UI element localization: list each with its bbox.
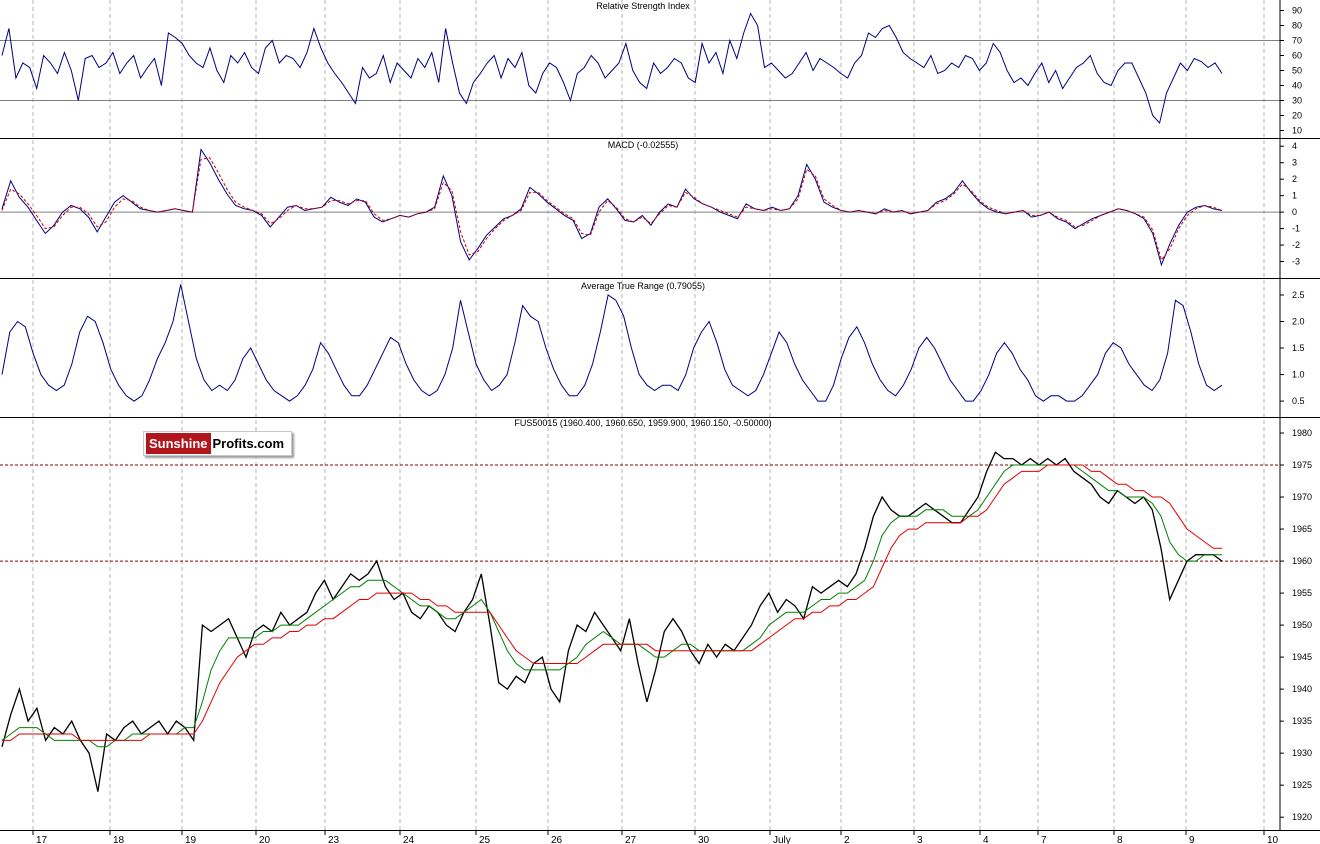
y-tick-label: -2 xyxy=(1292,240,1300,250)
x-tick-label: 19 xyxy=(185,835,197,844)
y-tick-label: 1.5 xyxy=(1292,343,1305,353)
x-tick-label: 7 xyxy=(1041,835,1047,844)
y-tick-label: -3 xyxy=(1292,257,1300,267)
x-tick-label: 10 xyxy=(1267,835,1279,844)
y-tick-label: 2.5 xyxy=(1292,290,1305,300)
y-tick-label: 80 xyxy=(1292,21,1302,31)
y-tick-label: 60 xyxy=(1292,51,1302,61)
y-tick-label: 10 xyxy=(1292,126,1302,136)
x-tick-label: 18 xyxy=(113,835,125,844)
y-tick-label: 1970 xyxy=(1292,492,1312,502)
y-tick-label: 70 xyxy=(1292,36,1302,46)
y-tick-label: 1975 xyxy=(1292,460,1312,470)
sunshine-profits-logo: Sunshine Profits.com xyxy=(143,431,292,456)
x-tick-label: 30 xyxy=(698,835,710,844)
price-chart: 90807060504030201043210-1-2-32.52.01.51.… xyxy=(0,0,1320,844)
y-tick-label: 0 xyxy=(1292,207,1297,217)
x-tick-label: 17 xyxy=(36,835,48,844)
y-tick-label: 1 xyxy=(1292,191,1297,201)
y-tick-label: 1920 xyxy=(1292,812,1312,822)
y-tick-label: 0.5 xyxy=(1292,396,1305,406)
y-tick-label: 50 xyxy=(1292,66,1302,76)
y-tick-label: -1 xyxy=(1292,224,1300,234)
x-tick-label: 25 xyxy=(479,835,491,844)
y-tick-label: 3 xyxy=(1292,158,1297,168)
x-tick-label: 2 xyxy=(844,835,850,844)
y-tick-label: 1930 xyxy=(1292,748,1312,758)
price-title: FUS50015 (1960.400, 1960.650, 1959.900, … xyxy=(514,418,771,428)
y-tick-label: 1945 xyxy=(1292,652,1312,662)
y-tick-label: 30 xyxy=(1292,96,1302,106)
x-tick-label: 20 xyxy=(259,835,271,844)
y-tick-label: 1925 xyxy=(1292,780,1312,790)
y-tick-label: 1940 xyxy=(1292,684,1312,694)
logo-profits: Profits.com xyxy=(212,436,285,451)
y-tick-label: 1950 xyxy=(1292,620,1312,630)
y-tick-label: 1955 xyxy=(1292,588,1312,598)
x-tick-label: 27 xyxy=(625,835,637,844)
x-tick-label: 3 xyxy=(917,835,923,844)
y-tick-label: 1980 xyxy=(1292,428,1312,438)
y-tick-label: 4 xyxy=(1292,141,1297,151)
y-tick-label: 20 xyxy=(1292,111,1302,121)
y-tick-label: 2.0 xyxy=(1292,317,1305,327)
x-tick-label: 8 xyxy=(1117,835,1123,844)
y-tick-label: 1935 xyxy=(1292,716,1312,726)
y-tick-label: 90 xyxy=(1292,6,1302,16)
x-tick-label: July xyxy=(773,835,791,844)
x-tick-label: 4 xyxy=(983,835,989,844)
y-tick-label: 1.0 xyxy=(1292,370,1305,380)
x-tick-label: 24 xyxy=(403,835,415,844)
y-tick-label: 40 xyxy=(1292,81,1302,91)
y-tick-label: 1960 xyxy=(1292,556,1312,566)
y-tick-label: 1965 xyxy=(1292,524,1312,534)
x-tick-label: 26 xyxy=(551,835,563,844)
macd-title: MACD (-0.02555) xyxy=(608,140,679,150)
y-tick-label: 2 xyxy=(1292,174,1297,184)
rsi-title: Relative Strength Index xyxy=(596,1,690,11)
x-tick-label: 23 xyxy=(328,835,340,844)
x-tick-label: 9 xyxy=(1189,835,1195,844)
atr-title: Average True Range (0.79055) xyxy=(581,281,705,291)
logo-sunshine: Sunshine xyxy=(146,433,211,454)
